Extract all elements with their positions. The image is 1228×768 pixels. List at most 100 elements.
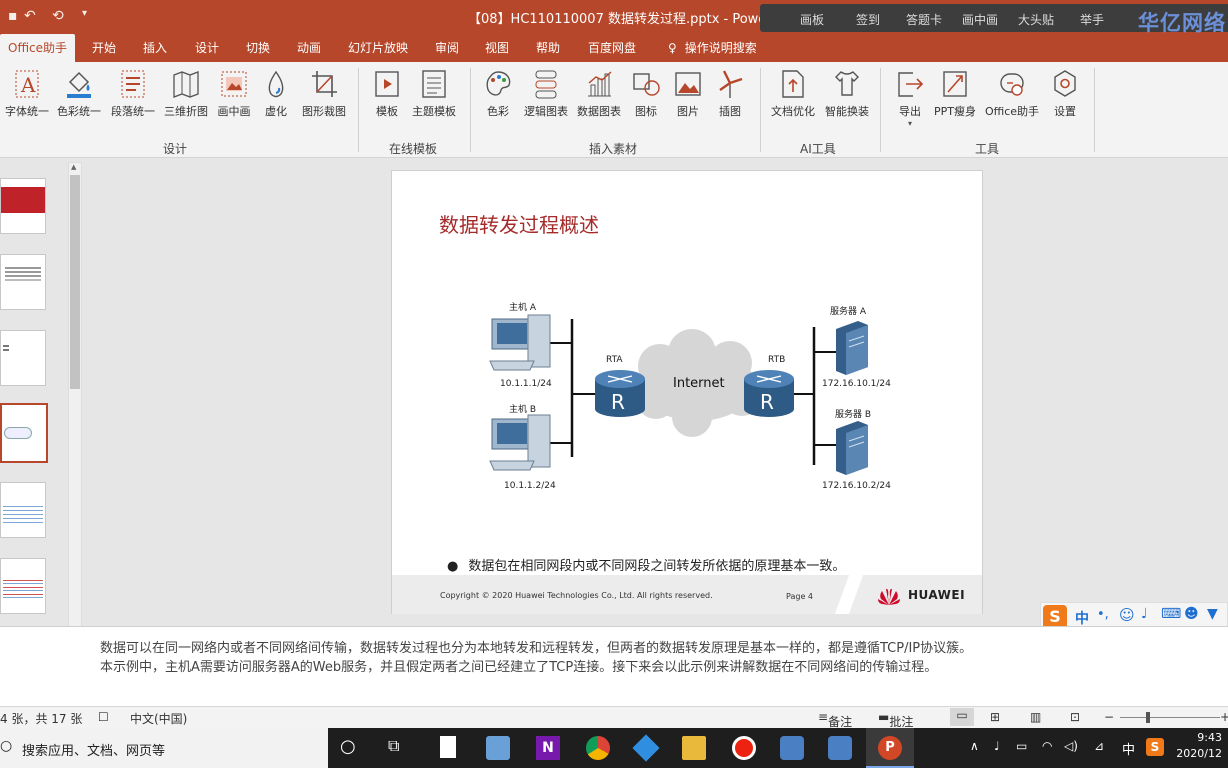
tell-me-search[interactable]: ♀ 操作说明搜索 (660, 34, 765, 62)
overlay-raise-hand[interactable]: 举手 (1080, 11, 1104, 28)
image-button[interactable]: 图片 (673, 68, 703, 119)
overlay-answer-card[interactable]: 答题卡 (906, 11, 942, 28)
zoom-out-icon[interactable]: − (1104, 710, 1114, 724)
tab-animations[interactable]: 动画 (289, 34, 329, 62)
shape-crop-button[interactable]: 图形裁图 (298, 68, 350, 119)
powerpoint-taskbar-button[interactable]: P (866, 728, 914, 768)
overlay-checkin[interactable]: 签到 (856, 11, 880, 28)
emoji-icon[interactable]: ☺ (1119, 606, 1135, 624)
network-sim-icon[interactable] (780, 736, 804, 760)
tab-home[interactable]: 开始 (84, 34, 124, 62)
undo-icon[interactable]: ↶ (24, 8, 36, 24)
theme-template-button[interactable]: 主题模板 (408, 68, 460, 119)
customize-quick-access-icon[interactable]: ▾ (82, 8, 87, 19)
reading-view-icon[interactable]: ▥ (1030, 710, 1041, 724)
scroll-up-icon[interactable]: ▲ (71, 163, 76, 171)
slide-thumbnail[interactable] (0, 558, 46, 614)
tab-office-assistant[interactable]: Office助手 (0, 34, 76, 62)
app-diamond-icon[interactable] (632, 734, 660, 762)
task-view-icon[interactable]: ⧉ (388, 736, 412, 760)
export-button[interactable]: 导出 ▾ (893, 68, 927, 128)
comments-toggle-button[interactable]: ▬ 批注 (878, 710, 913, 729)
cortana-icon[interactable]: ○ (340, 736, 364, 760)
language-indicator[interactable]: 中文(中国) (130, 710, 187, 727)
slide-thumbnail[interactable] (0, 178, 46, 234)
overlay-avatar-sticker[interactable]: 大头贴 (1018, 11, 1054, 28)
smart-dressup-button[interactable]: 智能换装 (822, 68, 872, 119)
taskbar-search-box[interactable]: ○ 搜索应用、文档、网页等 (0, 728, 328, 768)
settings-button[interactable]: 设置 (1050, 68, 1080, 119)
keyboard-icon[interactable]: ⌨ (1161, 606, 1181, 622)
skin-icon[interactable]: ▼ (1207, 606, 1218, 622)
slide-thumbnail[interactable] (0, 254, 46, 310)
onenote-icon[interactable]: N (536, 736, 560, 760)
tab-help[interactable]: 帮助 (528, 34, 568, 62)
tab-slideshow[interactable]: 幻灯片放映 (340, 34, 416, 62)
slide-sorter-icon[interactable]: ⊞ (990, 710, 1000, 724)
network-sim-icon-2[interactable] (828, 736, 852, 760)
image-viewer-icon[interactable] (486, 736, 510, 760)
ppt-slim-button[interactable]: PPT瘦身 (932, 68, 978, 119)
document-optimize-button[interactable]: 文档优化 (768, 68, 818, 119)
illustration-button[interactable]: 插图 (715, 68, 745, 119)
ime-mode-label[interactable]: 中 (1075, 608, 1089, 628)
slideshow-icon[interactable]: ⊡ (1070, 710, 1080, 724)
microphone-icon[interactable]: ♩ (1141, 606, 1148, 622)
record-icon[interactable] (732, 736, 756, 760)
picture-in-picture-button[interactable]: 画中画 (214, 68, 254, 119)
font-unify-button[interactable]: A 字体统一 (3, 68, 51, 119)
present-icon[interactable]: ⟲ (52, 8, 64, 24)
paragraph-unify-button[interactable]: 段落统一 (108, 68, 158, 119)
battery-icon[interactable]: ▭ (1016, 739, 1027, 753)
tab-insert[interactable]: 插入 (135, 34, 175, 62)
tab-transitions[interactable]: 切换 (238, 34, 278, 62)
system-clock[interactable]: 9:43 2020/12 (1176, 730, 1222, 762)
icon-library-button[interactable]: 图标 (631, 68, 661, 119)
sogou-tray-icon[interactable]: S (1146, 738, 1164, 756)
group-ai-tools-label: AI工具 (800, 142, 836, 156)
punctuation-icon[interactable]: •, (1097, 607, 1109, 622)
zoom-slider[interactable] (1120, 717, 1220, 718)
file-explorer-icon[interactable] (682, 736, 706, 760)
file-icon[interactable] (440, 736, 456, 758)
tab-design[interactable]: 设计 (187, 34, 227, 62)
logic-chart-button[interactable]: 逻辑图表 (520, 68, 572, 119)
save-icon[interactable]: ▪ (8, 8, 18, 24)
font-unify-label: 字体统一 (5, 105, 49, 118)
group-online-template-label: 在线模板 (389, 142, 438, 156)
wifi-icon[interactable]: ◠ (1042, 739, 1052, 753)
notification-pointer-icon[interactable]: ⊿ (1094, 739, 1104, 753)
volume-icon[interactable]: ◁) (1064, 739, 1078, 753)
notes-toggle-button[interactable]: ≡ 备注 (818, 710, 852, 729)
overlay-drawing-board[interactable]: 画板 (800, 11, 824, 28)
speaker-notes-pane[interactable]: 数据可以在同一网络内或者不同网络间传输，数据转发过程也分为本地转发和远程转发，但… (0, 626, 1228, 706)
template-button[interactable]: 模板 (370, 68, 404, 119)
blur-button[interactable]: 虚化 (258, 68, 294, 119)
tab-baidu-netdisk[interactable]: 百度网盘 (580, 34, 644, 62)
microphone-tray-icon[interactable]: ♩ (994, 739, 1000, 753)
office-assistant-button[interactable]: Office助手 (983, 68, 1041, 119)
user-icon[interactable]: ☻ (1184, 606, 1199, 622)
slide-bullet[interactable]: ● 数据包在相同网段内或不同网段之间转发所依据的原理基本一致。 (447, 555, 845, 574)
color-unify-button[interactable]: 色彩统一 (54, 68, 104, 119)
scrollbar-thumb[interactable] (70, 175, 80, 389)
3d-fold-button[interactable]: 三维折图 (161, 68, 211, 119)
tab-review[interactable]: 审阅 (427, 34, 467, 62)
tray-expand-icon[interactable]: ∧ (970, 739, 979, 753)
slide-thumbnail[interactable] (0, 482, 46, 538)
tab-view[interactable]: 视图 (477, 34, 517, 62)
zoom-slider-thumb[interactable] (1146, 712, 1150, 723)
zoom-in-icon[interactable]: + (1220, 710, 1228, 724)
spellcheck-icon[interactable]: ☐ (98, 710, 109, 724)
picture-in-picture-label: 画中画 (217, 105, 251, 118)
slide-canvas[interactable]: 数据转发过程概述 主机 A 10.1.1.1/24 主机 B 10.1.1.2/… (391, 170, 983, 614)
slide-thumbnail[interactable] (0, 330, 46, 386)
data-chart-button[interactable]: 数据图表 (573, 68, 625, 119)
slide-thumbnail-selected[interactable] (0, 403, 48, 463)
overlay-picture-in-picture[interactable]: 画中画 (962, 11, 998, 28)
ime-indicator[interactable]: 中 (1122, 739, 1135, 758)
thumbnail-scrollbar[interactable]: ▲ ▼ (68, 162, 82, 704)
color-palette-button[interactable]: 色彩 (482, 68, 514, 119)
chrome-icon[interactable] (586, 736, 610, 760)
normal-view-icon[interactable]: ▭ (950, 708, 974, 726)
